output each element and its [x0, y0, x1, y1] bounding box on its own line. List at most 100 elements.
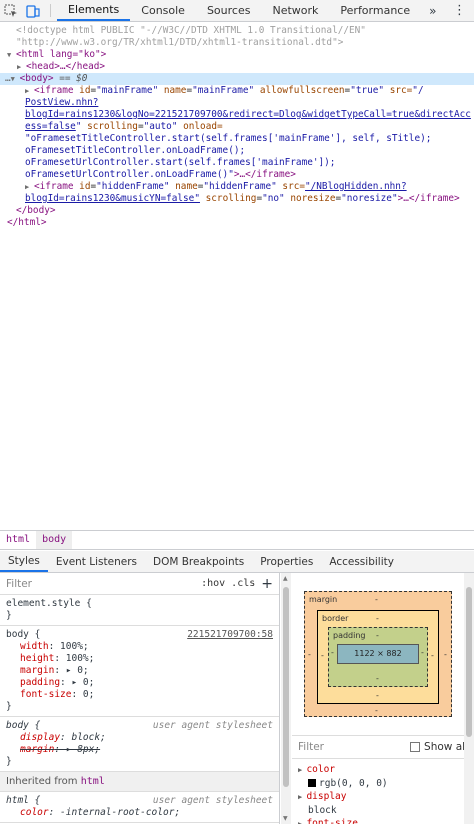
css-property[interactable]: height: 100%; [6, 653, 273, 665]
breadcrumb-html[interactable]: html [0, 531, 36, 549]
tree-node-doctype-cont[interactable]: "http://www.w3.org/TR/xhtml1/DTD/xhtml1-… [0, 37, 474, 49]
box-model-border[interactable]: border - - - - padding - - - - 1122 × 88… [317, 610, 439, 704]
more-tabs-icon[interactable]: » [421, 0, 444, 21]
inherited-link[interactable]: html [81, 776, 105, 787]
border-top-value[interactable]: - [376, 614, 379, 623]
collapse-triangle-icon[interactable]: ▶ [17, 61, 26, 73]
src-link[interactable]: blogId=rains1230&musicYN=false" [25, 193, 200, 204]
tree-node-iframe-main-onload[interactable]: oFramesetUrlController.start(self.frames… [0, 157, 474, 169]
computed-property-list: ▶ color rgb(0, 0, 0) ▶ display block ▶ f… [292, 761, 474, 824]
border-right-value[interactable]: - [431, 651, 434, 660]
tab-dom-breakpoints[interactable]: DOM Breakpoints [145, 551, 252, 572]
tab-network[interactable]: Network [261, 0, 329, 21]
cls-button[interactable]: .cls [231, 578, 255, 589]
src-link[interactable]: ess=false [25, 121, 76, 132]
box-model-padding[interactable]: padding - - - - 1122 × 882 [328, 627, 428, 687]
tree-node-html-close[interactable]: </html> [0, 217, 474, 229]
computed-item[interactable]: ▶ color [298, 763, 468, 777]
scrollbar-thumb[interactable] [283, 587, 289, 787]
body-rule[interactable]: body { 221521709700:58 width: 100%; heigh… [0, 626, 279, 717]
tree-node-iframe-hidden-attrs[interactable]: blogId=rains1230&musicYN=false" scrollin… [0, 193, 474, 205]
padding-top-value[interactable]: - [376, 631, 379, 640]
tab-performance[interactable]: Performance [329, 0, 421, 21]
tab-event-listeners[interactable]: Event Listeners [48, 551, 145, 572]
expand-triangle-icon[interactable]: ▼ [7, 49, 16, 61]
tab-console[interactable]: Console [130, 0, 196, 21]
tree-node-iframe-main[interactable]: ▶ <iframe id="mainFrame" name="mainFrame"… [0, 85, 474, 97]
tree-node-doctype[interactable]: <!doctype html PUBLIC "-//W3C//DTD XHTML… [0, 25, 474, 37]
styles-scrollbar[interactable]: ▲ ▼ [281, 573, 291, 824]
sidebar-tabs: Styles Event Listeners DOM Breakpoints P… [0, 551, 474, 573]
tree-node-iframe-hidden[interactable]: ▶ <iframe id="hiddenFrame" name="hiddenFr… [0, 181, 474, 193]
tab-styles[interactable]: Styles [0, 551, 48, 572]
device-toggle-icon[interactable] [22, 0, 44, 21]
rule-source-link[interactable]: 221521709700:58 [187, 629, 273, 641]
element-style-rule[interactable]: element.style { } [0, 595, 279, 626]
tab-properties[interactable]: Properties [252, 551, 321, 572]
ua-body-rule[interactable]: body {user agent stylesheet display: blo… [0, 717, 279, 772]
show-all-toggle[interactable]: Show all [410, 741, 468, 753]
attr-name: id [79, 85, 91, 96]
computed-scrollbar[interactable] [464, 573, 474, 824]
css-property[interactable]: font-size: 0; [6, 689, 273, 701]
collapse-triangle-icon[interactable]: ▶ [25, 181, 34, 193]
tree-node-iframe-main-onload[interactable]: "oFramesetTitleController.start(self.fra… [0, 133, 474, 145]
border-bottom-value[interactable]: - [376, 691, 379, 700]
tree-node-iframe-main-src[interactable]: blogId=rains1230&logNo=221521709700&redi… [0, 109, 474, 121]
expand-triangle-icon[interactable]: ▼ [11, 73, 20, 85]
inspect-cursor-icon[interactable] [0, 0, 22, 21]
src-link[interactable]: blogId=rains1230&logNo=221521709700&redi… [25, 109, 471, 120]
tab-elements[interactable]: Elements [57, 0, 131, 21]
iframe-tag: <iframe [34, 181, 74, 192]
tab-sources[interactable]: Sources [196, 0, 262, 21]
scroll-up-icon[interactable]: ▲ [283, 575, 288, 582]
color-swatch[interactable] [308, 779, 316, 787]
css-property[interactable]: margin: ▸ 0; [6, 665, 273, 677]
rule-close: } [6, 610, 12, 621]
css-property[interactable]: width: 100%; [6, 641, 273, 653]
tree-node-html[interactable]: ▼ <html lang="ko"> [0, 49, 474, 61]
computed-filter-bar: Filter Show all [292, 735, 474, 759]
tree-node-iframe-main-src[interactable]: PostView.nhn? [0, 97, 474, 109]
tree-node-iframe-main-onload[interactable]: oFramesetTitleController.onLoadFrame(); [0, 145, 474, 157]
padding-right-value[interactable]: - [421, 648, 424, 657]
hov-button[interactable]: :hov [201, 578, 225, 589]
scrollbar-thumb[interactable] [466, 587, 472, 737]
breadcrumb-body[interactable]: body [36, 531, 73, 549]
computed-item[interactable]: ▶ font-size [298, 817, 468, 824]
padding-left-value[interactable]: - [331, 648, 334, 657]
margin-top-value[interactable]: - [375, 595, 378, 604]
src-link[interactable]: "/NBlogHidden.nhn? [305, 181, 407, 192]
attr-name: name [175, 181, 198, 192]
tree-node-body-selected[interactable]: …▼ <body> == $0 [0, 73, 474, 85]
tree-node-body-close[interactable]: </body> [0, 205, 474, 217]
margin-right-value[interactable]: - [444, 650, 447, 659]
border-left-value[interactable]: - [321, 651, 324, 660]
border-label: border [322, 614, 349, 623]
tree-node-head[interactable]: ▶ <head>…</head> [0, 61, 474, 73]
src-link[interactable]: PostView.nhn? [25, 97, 98, 108]
box-model-content[interactable]: 1122 × 882 [337, 644, 419, 664]
box-model-margin[interactable]: margin - - - - border - - - - padding - … [304, 591, 452, 717]
styles-filter-bar: Filter :hov .cls + [0, 573, 279, 595]
tree-node-iframe-main-onload[interactable]: oFramesetUrlController.onLoadFrame()">…<… [0, 169, 474, 181]
attr-value: "auto" [143, 121, 178, 132]
computed-filter-input[interactable]: Filter [298, 741, 324, 753]
tab-accessibility[interactable]: Accessibility [321, 551, 402, 572]
margin-left-value[interactable]: - [308, 650, 311, 659]
styles-filter-input[interactable]: Filter [6, 578, 195, 590]
rule-selector: body { [6, 629, 41, 640]
kebab-menu-icon[interactable]: ⋮ [453, 0, 474, 21]
css-property[interactable]: padding: ▸ 0; [6, 677, 273, 689]
collapse-triangle-icon[interactable]: ▶ [25, 85, 34, 97]
css-property-overridden: margin: ▸ 8px; [20, 744, 101, 755]
margin-bottom-value[interactable]: - [375, 706, 378, 715]
computed-item[interactable]: ▶ display [298, 790, 468, 804]
attr-value: "true" [350, 85, 385, 96]
scroll-down-icon[interactable]: ▼ [283, 815, 288, 822]
padding-bottom-value[interactable]: - [376, 674, 379, 683]
show-all-checkbox[interactable] [410, 742, 421, 752]
tree-node-iframe-main-attrs[interactable]: ess=false" scrolling="auto" onload= [0, 121, 474, 133]
ua-html-rule[interactable]: html {user agent stylesheet color: -inte… [0, 792, 279, 823]
new-rule-button[interactable]: + [261, 576, 273, 592]
